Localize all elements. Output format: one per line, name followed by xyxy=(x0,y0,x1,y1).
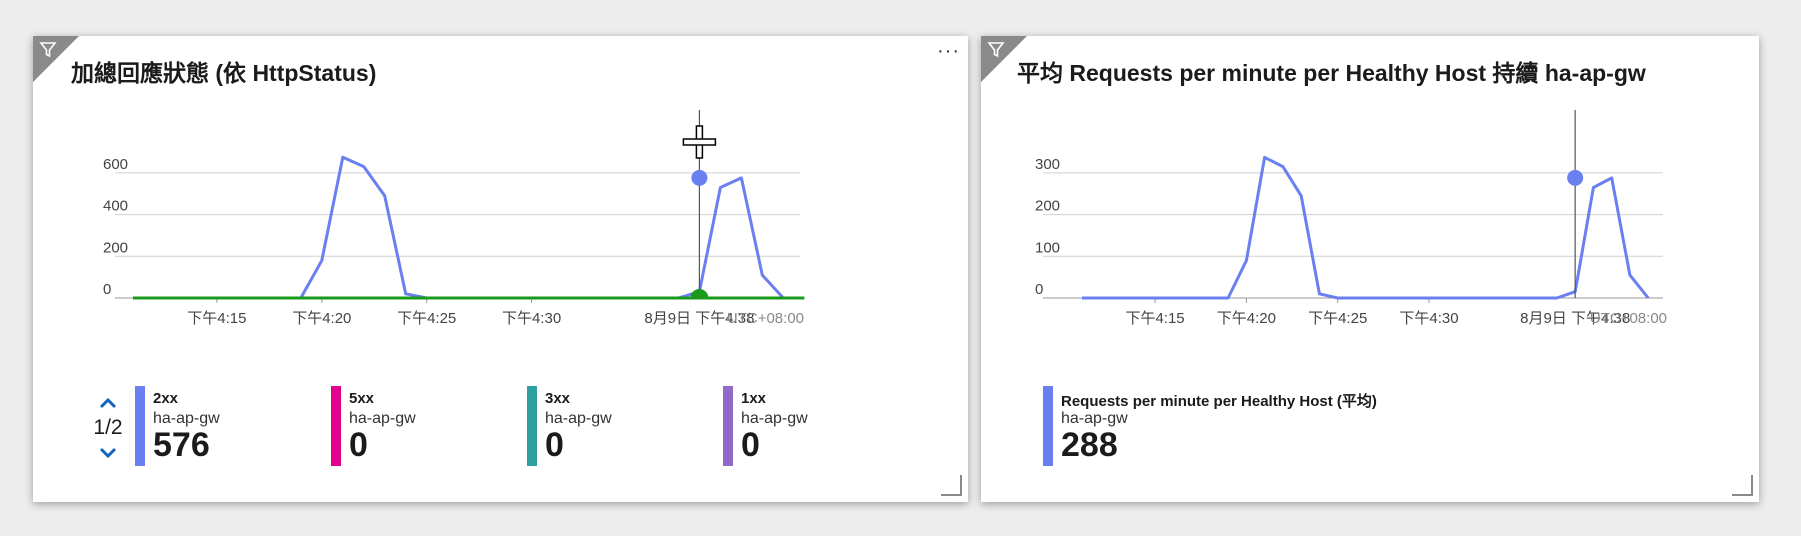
legend-series-name: 3xx xyxy=(545,390,571,407)
legend-color-bar xyxy=(135,386,145,466)
timezone-label: UTC+08:00 xyxy=(1590,310,1667,327)
legend-color-bar xyxy=(723,386,733,466)
legend-value: 0 xyxy=(741,426,760,464)
x-tick-label: 下午4:25 xyxy=(1308,310,1367,327)
y-tick-label: 200 xyxy=(103,239,128,256)
legend-series-name: 2xx xyxy=(153,390,179,407)
y-tick-label: 400 xyxy=(103,198,128,215)
x-tick-label: 下午4:30 xyxy=(1399,310,1458,327)
legend-series-name: 5xx xyxy=(349,390,375,407)
y-tick-label: 600 xyxy=(103,156,128,173)
timezone-label: UTC+08:00 xyxy=(727,310,804,327)
x-tick-label: 下午4:20 xyxy=(292,310,351,327)
legend-color-bar xyxy=(1043,386,1053,466)
resize-handle-icon[interactable] xyxy=(940,474,962,496)
legend-series-name: 1xx xyxy=(741,390,767,407)
resize-handle-icon[interactable] xyxy=(1731,474,1753,496)
response-status-chart[interactable]: 0200400600下午4:15 下午4:20 下午4:25 下午4:30 8月9日 下… xyxy=(33,36,968,376)
response-status-tile[interactable]: 加總回應狀態 (依 HttpStatus) ··· 0 200 400 600 下午4:… xyxy=(33,36,968,502)
legend-value: 288 xyxy=(1061,426,1118,464)
legend-value: 0 xyxy=(545,426,564,464)
x-tick-label: 下午4:25 xyxy=(397,310,456,327)
legend-value: 576 xyxy=(153,426,210,464)
chevron-up-icon[interactable] xyxy=(96,394,120,412)
y-tick-label: 200 xyxy=(1035,198,1060,215)
legend-color-bar xyxy=(527,386,537,466)
y-tick-label: 100 xyxy=(1035,239,1060,256)
y-tick-label: 0 xyxy=(1035,281,1043,298)
series-line xyxy=(1082,155,1650,300)
y-tick-label: 0 xyxy=(103,281,111,298)
x-tick-label: 下午4:15 xyxy=(1125,310,1184,327)
chevron-down-icon[interactable] xyxy=(96,444,120,462)
x-tick-label: 下午4:30 xyxy=(502,310,561,327)
requests-per-host-tile[interactable]: 平均 Requests per minute per Healthy Host … xyxy=(981,36,1759,502)
x-tick-label: 下午4:20 xyxy=(1217,310,1276,327)
hover-point xyxy=(691,169,708,186)
legend-pager: 1/2 xyxy=(83,394,133,462)
legend-color-bar xyxy=(331,386,341,466)
requests-per-host-chart[interactable]: 0100200300下午4:15 下午4:20 下午4:25 下午4:30 8月9日 下… xyxy=(981,36,1759,376)
zero-series-point xyxy=(690,289,709,298)
legend-series-name: Requests per minute per Healthy Host (平均… xyxy=(1061,393,1377,410)
crosshair-cursor-icon xyxy=(682,125,717,159)
y-tick-label: 300 xyxy=(1035,156,1060,173)
hover-point xyxy=(1567,169,1584,186)
legend-page-indicator: 1/2 xyxy=(93,416,123,439)
x-tick-label: 下午4:15 xyxy=(187,310,246,327)
series-line xyxy=(299,155,805,300)
legend-value: 0 xyxy=(349,426,368,464)
